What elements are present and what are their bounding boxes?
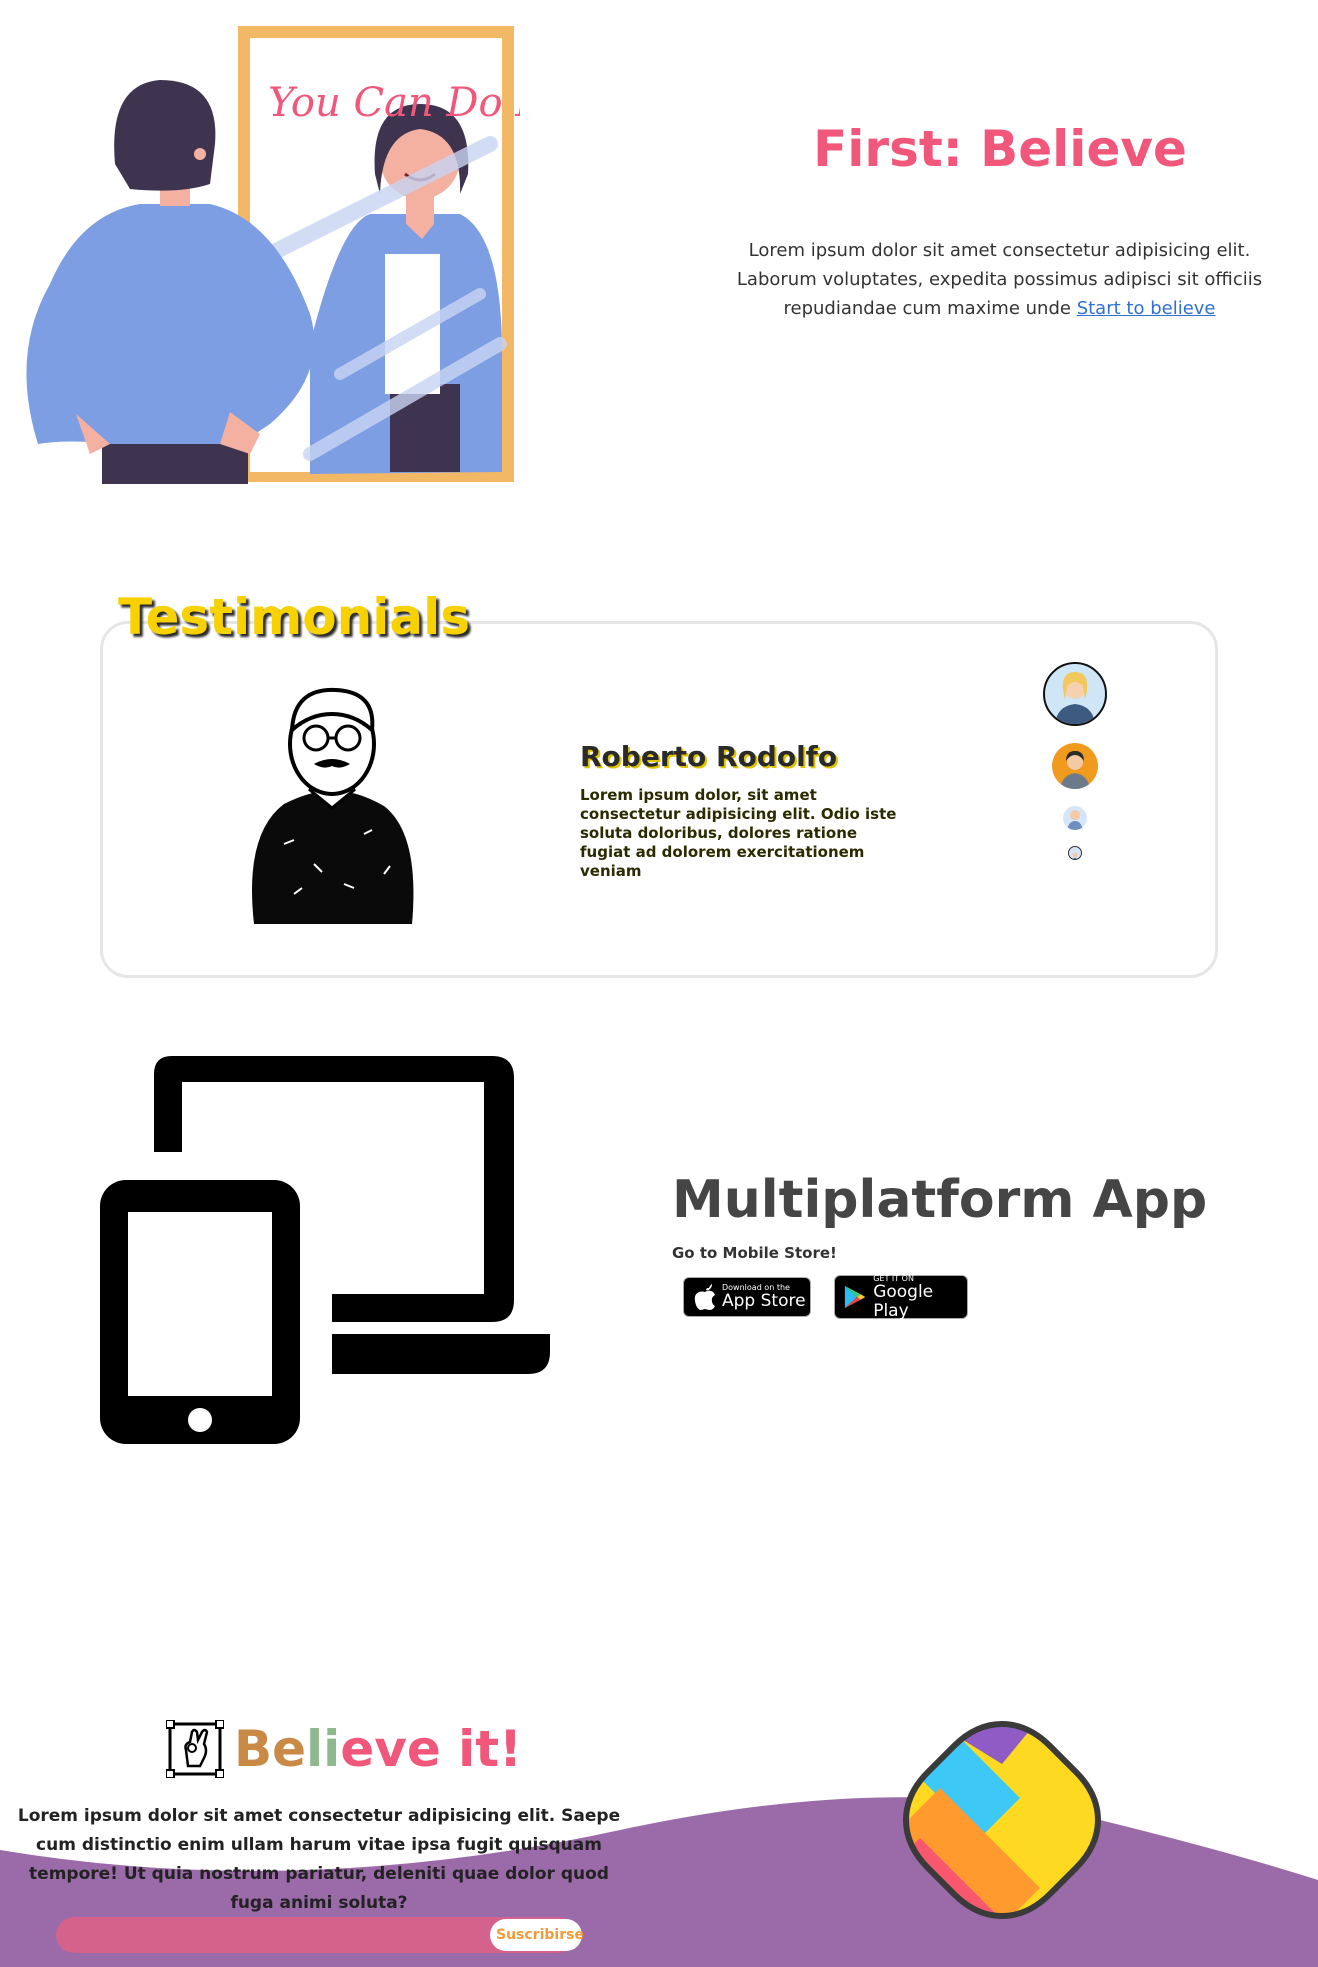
believe-title-part-2: li <box>306 1720 341 1778</box>
apple-icon <box>694 1284 715 1310</box>
believe-title-part-1: Be <box>234 1720 307 1778</box>
man-avatar-icon <box>1060 751 1090 789</box>
devices-icon <box>100 1056 550 1444</box>
hero-paragraph: Lorem ipsum dolor sit amet consectetur a… <box>712 236 1287 323</box>
believe-title-part-4: it! <box>440 1720 522 1778</box>
believe-title-part-3: eve <box>340 1720 441 1778</box>
hero-illustration: You Can Do It! <box>26 26 520 484</box>
believe-it-title: Believe it! <box>234 1720 522 1778</box>
google-play-icon <box>844 1285 866 1309</box>
app-logo <box>902 1720 1102 1920</box>
avatar-man[interactable] <box>1052 743 1098 789</box>
app-store-big-text: App Store <box>722 1291 806 1311</box>
testimonial-person-illustration <box>252 687 414 924</box>
mirror-text: You Can Do It! <box>268 80 520 126</box>
believe-paragraph: Lorem ipsum dolor sit amet consectetur a… <box>17 1806 621 1913</box>
start-to-believe-link[interactable]: Start to believe <box>1077 298 1216 319</box>
hero-title: First: Believe <box>813 120 1187 178</box>
testimonial-text: Lorem ipsum dolor, sit amet consectetur … <box>580 786 897 880</box>
avatar-person-tiny[interactable] <box>1068 846 1082 860</box>
avatar-person-small[interactable] <box>1063 806 1087 830</box>
testimonial-name: Roberto Rodolfo <box>580 740 838 773</box>
woman-avatar-icon <box>1055 672 1095 724</box>
google-play-button[interactable]: GET IT ON Google Play <box>834 1274 968 1321</box>
subscribe-button[interactable]: Suscribirse <box>490 1919 584 1951</box>
testimonials-title: Testimonials <box>118 588 471 646</box>
person-avatar-tiny-icon <box>1072 852 1078 859</box>
person-avatar-icon <box>1067 810 1083 830</box>
mobile-store-subtitle: Go to Mobile Store! <box>672 1244 837 1262</box>
avatar-woman[interactable] <box>1043 662 1107 726</box>
multiplatform-title: Multiplatform App <box>672 1170 1208 1230</box>
app-store-button[interactable]: Download on the App Store <box>683 1277 811 1317</box>
google-play-big-text: Google Play <box>873 1281 934 1321</box>
ok-hand-icon <box>166 1720 224 1778</box>
